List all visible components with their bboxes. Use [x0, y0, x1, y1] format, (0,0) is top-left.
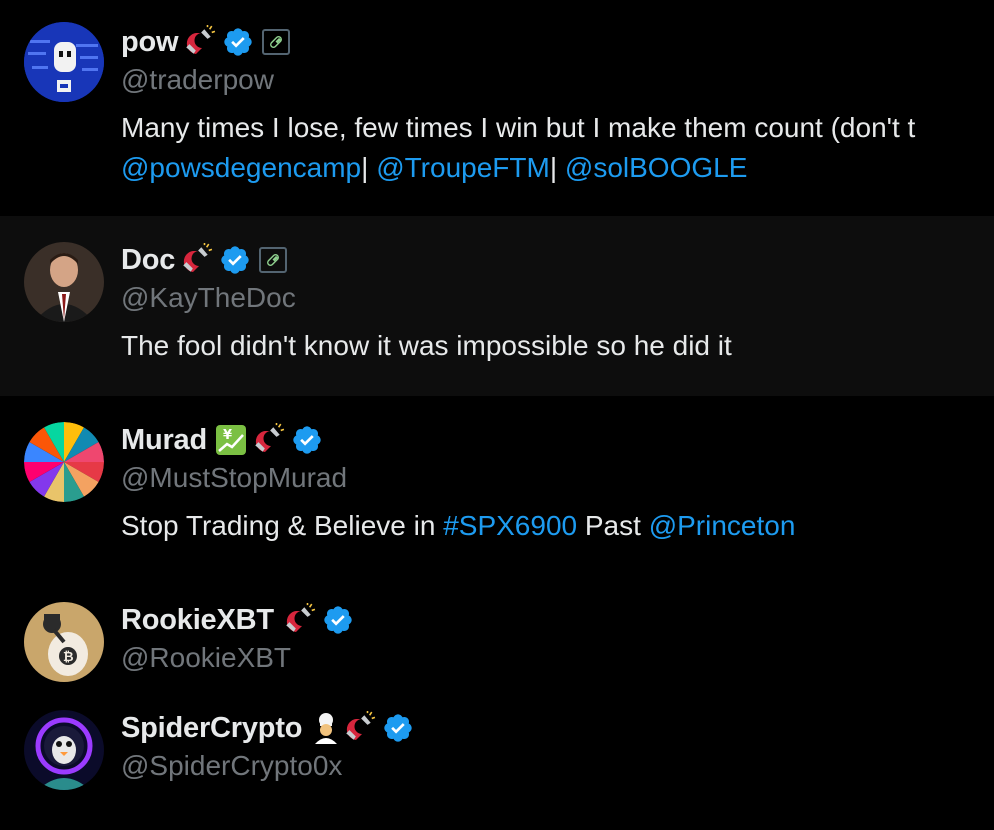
user-cell[interactable]: Murad @MustStopMurad Stop Trading & Beli… [0, 396, 994, 576]
user-handle[interactable]: @MustStopMurad [121, 458, 994, 498]
avatar[interactable] [24, 710, 104, 790]
bio-links-line: @powsdegencamp| @TroupeFTM| @solBOOGLE [121, 148, 994, 188]
user-handle[interactable]: @traderpow [121, 60, 994, 100]
avatar[interactable] [24, 22, 104, 102]
bio-link[interactable]: @powsdegencamp [121, 152, 361, 183]
magnet-icon [342, 711, 376, 745]
verified-icon[interactable] [291, 424, 323, 456]
bio-mention-link[interactable]: @Princeton [649, 510, 796, 541]
name-line[interactable]: SpiderCrypto [121, 710, 994, 746]
user-cell[interactable]: pow @traderpow Many times I lose, few ti… [0, 0, 994, 216]
bio-text: Many times I lose, few times I win but I… [121, 112, 916, 143]
pill-icon[interactable] [259, 247, 288, 273]
user-cell[interactable]: SpiderCrypto @SpiderCrypto0x [0, 702, 994, 830]
display-name[interactable]: RookieXBT [121, 604, 274, 637]
user-handle[interactable]: @SpiderCrypto0x [121, 746, 994, 786]
user-handle[interactable]: @RookieXBT [121, 638, 994, 678]
svg-text:₿: ₿ [63, 650, 74, 665]
pill-icon[interactable] [262, 29, 291, 55]
verified-icon[interactable] [222, 26, 254, 58]
bio-link[interactable]: @TroupeFTM [376, 152, 550, 183]
user-handle[interactable]: @KayTheDoc [121, 278, 994, 318]
verified-icon[interactable] [382, 712, 414, 744]
user-bio: The fool didn't know it was impossible s… [121, 330, 732, 361]
display-name[interactable]: pow [121, 26, 179, 59]
verified-icon[interactable] [322, 604, 354, 636]
magnet-icon [179, 243, 213, 277]
name-line[interactable]: Doc [121, 242, 994, 278]
display-name[interactable]: Doc [121, 244, 175, 277]
name-line[interactable]: RookieXBT [121, 602, 994, 638]
avatar[interactable] [24, 422, 104, 502]
magnet-icon [251, 423, 285, 457]
bio-text: Past [577, 510, 649, 541]
bio-link[interactable]: @solBOOGLE [565, 152, 747, 183]
display-name[interactable]: SpiderCrypto [121, 712, 302, 745]
yen-chart-icon [215, 424, 247, 456]
user-bio: Stop Trading & Believe in #SPX6900 Past … [121, 506, 994, 546]
name-line[interactable]: pow [121, 24, 994, 60]
user-list: pow @traderpow Many times I lose, few ti… [0, 0, 994, 830]
bio-separator: | [361, 152, 369, 183]
verified-icon[interactable] [219, 244, 251, 276]
avatar[interactable] [24, 242, 104, 322]
magnet-icon [282, 603, 316, 637]
user-bio: Many times I lose, few times I win but I… [121, 108, 994, 188]
display-name[interactable]: Murad [121, 424, 207, 457]
user-cell[interactable]: Doc @KayTheDoc The fool didn't know it w… [0, 216, 994, 396]
bio-text: Stop Trading & Believe in [121, 510, 444, 541]
bio-hashtag-link[interactable]: #SPX6900 [443, 510, 577, 541]
avatar[interactable]: ₿ [24, 602, 104, 682]
bio-separator: | [549, 152, 558, 183]
magnet-icon [182, 25, 216, 59]
name-line[interactable]: Murad [121, 422, 994, 458]
chef-icon [310, 712, 342, 744]
user-cell[interactable]: ₿ RookieXBT @RookieXBT [0, 576, 994, 702]
